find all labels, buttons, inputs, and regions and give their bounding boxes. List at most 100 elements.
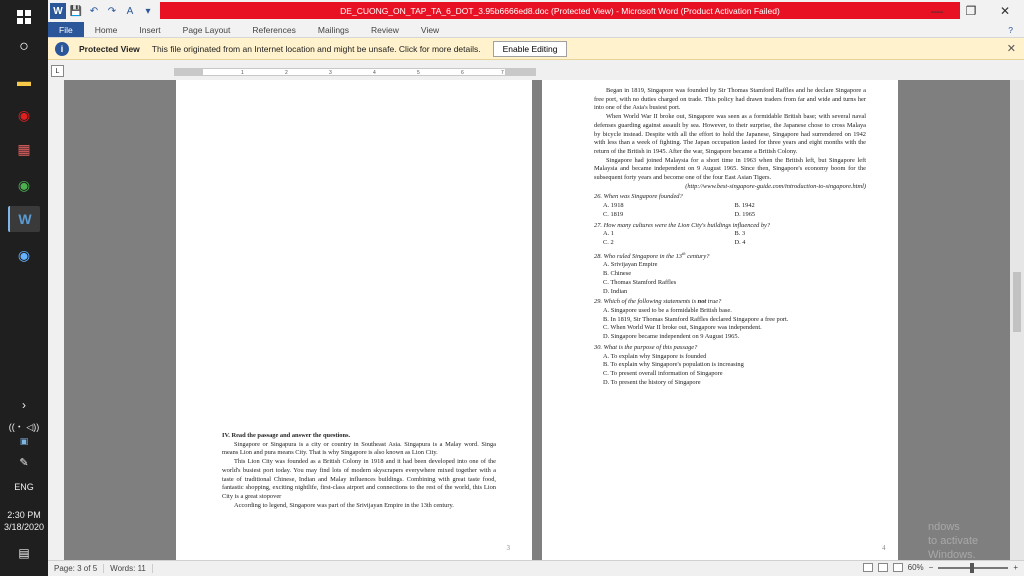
zoom-level[interactable]: 60% bbox=[908, 563, 924, 572]
option: A. To explain why Singapore is founded bbox=[603, 352, 707, 360]
network-volume-icon[interactable]: ((・ ◁)) bbox=[0, 420, 48, 433]
tab-page-layout[interactable]: Page Layout bbox=[172, 22, 242, 37]
watermark-line: to activate Windows. bbox=[928, 535, 979, 561]
notification-icon[interactable]: ▤ bbox=[0, 546, 48, 560]
vertical-ruler bbox=[48, 80, 64, 560]
pen-icon[interactable]: ✎ bbox=[0, 456, 48, 469]
option: B. 1942 bbox=[734, 202, 755, 210]
font-color-icon[interactable]: A bbox=[122, 3, 138, 19]
option: B. 3 bbox=[734, 230, 746, 238]
vertical-scrollbar[interactable] bbox=[1010, 80, 1024, 560]
options-row: A. 1918 B. 1942 bbox=[594, 202, 866, 211]
page-3: IV. Read the passage and answer the ques… bbox=[176, 80, 532, 560]
zoom-in-button[interactable]: + bbox=[1013, 563, 1018, 572]
tab-mailings[interactable]: Mailings bbox=[307, 22, 360, 37]
paragraph: Singapore or Singapura is a city or coun… bbox=[222, 440, 496, 457]
app-icon-grid[interactable]: ▦ bbox=[8, 136, 40, 162]
word-count[interactable]: Words: 11 bbox=[104, 564, 153, 573]
read-mode-icon[interactable] bbox=[862, 563, 873, 572]
document-area[interactable]: IV. Read the passage and answer the ques… bbox=[64, 80, 1010, 560]
options-row: C. 1819 D. 1965 bbox=[594, 211, 866, 220]
ruler-mark: 1 bbox=[241, 70, 244, 76]
passage-iv: IV. Read the passage and answer the ques… bbox=[222, 432, 496, 510]
expand-tray-icon[interactable]: › bbox=[0, 398, 48, 412]
protected-view-message[interactable]: This file originated from an Internet lo… bbox=[152, 44, 481, 54]
banner-close-icon[interactable]: ✕ bbox=[1007, 42, 1016, 55]
option: C. When World War II broke out, Singapor… bbox=[603, 324, 762, 332]
tab-view[interactable]: View bbox=[410, 22, 450, 37]
close-button[interactable]: ✕ bbox=[988, 0, 1022, 22]
tab-selector[interactable]: L bbox=[51, 65, 64, 77]
section-heading: IV. Read the passage and answer the ques… bbox=[222, 432, 351, 439]
zoom-out-button[interactable]: − bbox=[929, 563, 934, 572]
paint-icon[interactable]: ◉ bbox=[8, 242, 40, 268]
ruler-mark: 4 bbox=[373, 70, 376, 76]
start-button[interactable] bbox=[8, 4, 40, 30]
cortana-icon[interactable]: ○ bbox=[8, 34, 40, 60]
undo-icon[interactable]: ↶ bbox=[86, 3, 102, 19]
passage-continued: Began in 1819, Singapore was founded by … bbox=[594, 87, 866, 387]
quick-access-toolbar: W 💾 ↶ ↷ A ▾ bbox=[48, 2, 156, 20]
tab-home[interactable]: Home bbox=[84, 22, 129, 37]
status-bar: Page: 3 of 5 Words: 11 60% − + bbox=[48, 560, 1024, 576]
source-citation: (http://www.best-singapore-guide.com/int… bbox=[685, 182, 866, 190]
save-icon[interactable]: 💾 bbox=[68, 3, 84, 19]
tab-references[interactable]: References bbox=[241, 22, 306, 37]
option: C. 1819 bbox=[603, 210, 624, 218]
emphasis: not bbox=[697, 298, 707, 306]
tab-insert[interactable]: Insert bbox=[128, 22, 171, 37]
option: B. Chinese bbox=[603, 270, 632, 278]
chrome-icon[interactable]: ◉ bbox=[8, 172, 40, 198]
question-26: 26. When was Singapore founded? bbox=[594, 193, 683, 201]
watermark-line: ndows bbox=[928, 521, 960, 533]
paragraph: When World War II broke out, Singapore w… bbox=[594, 113, 866, 155]
protected-view-title: Protected View bbox=[79, 43, 140, 54]
option: D. Singapore became independent on 9 Aug… bbox=[603, 333, 740, 341]
ruler-mark: 7 bbox=[501, 70, 504, 76]
web-layout-icon[interactable] bbox=[892, 563, 903, 572]
minimize-button[interactable]: — bbox=[920, 0, 954, 22]
page-number: 3 bbox=[506, 544, 511, 552]
options-row: A. 1 B. 3 bbox=[594, 230, 866, 239]
word-window: W 💾 ↶ ↷ A ▾ DE_CUONG_ON_TAP_TA_6_DOT_3.9… bbox=[48, 0, 1024, 576]
help-icon[interactable]: ? bbox=[997, 22, 1024, 37]
enable-editing-button[interactable]: Enable Editing bbox=[492, 40, 568, 57]
zoom-slider[interactable] bbox=[938, 562, 1009, 573]
question-27: 27. How many cultures were the Lion City… bbox=[594, 221, 771, 229]
language-indicator[interactable]: ENG bbox=[0, 482, 48, 492]
zoom-slider-thumb[interactable] bbox=[970, 562, 975, 573]
restore-button[interactable]: ❐ bbox=[954, 0, 988, 22]
file-explorer-icon[interactable]: ▬ bbox=[8, 68, 40, 94]
option: D. To present the history of Singapore bbox=[603, 378, 701, 386]
horizontal-ruler[interactable]: 1 2 3 4 5 6 7 bbox=[174, 68, 536, 76]
paragraph: This Lion City was founded as a British … bbox=[222, 458, 496, 500]
option: C. To present overall information of Sin… bbox=[603, 369, 723, 377]
zoom-controls: 60% − + bbox=[862, 562, 1018, 573]
page-count[interactable]: Page: 3 of 5 bbox=[48, 564, 105, 573]
question-29: 29. Which of the following statements is… bbox=[594, 298, 866, 307]
question-text: century? bbox=[685, 252, 710, 260]
title-bar: W 💾 ↶ ↷ A ▾ DE_CUONG_ON_TAP_TA_6_DOT_3.9… bbox=[48, 0, 1024, 22]
customize-qat-icon[interactable]: ▾ bbox=[140, 3, 156, 19]
windows-logo-icon bbox=[17, 10, 31, 24]
option: A. 1918 bbox=[603, 202, 624, 210]
word-taskbar-icon[interactable]: W bbox=[8, 206, 40, 232]
scrollbar-thumb[interactable] bbox=[1013, 272, 1021, 332]
word-app-icon[interactable]: W bbox=[50, 3, 66, 19]
ruler-left-margin bbox=[175, 69, 203, 75]
windows-taskbar: ○ ▬ ◉ ▦ ◉ W ◉ › ((・ ◁)) ▣ ✎ ENG 2:30 PM … bbox=[0, 0, 48, 576]
option: C. Thomas Stamford Raffles bbox=[603, 278, 677, 286]
battery-lang-icon[interactable]: ▣ bbox=[0, 436, 48, 447]
ruler-mark: 6 bbox=[461, 70, 464, 76]
tab-file[interactable]: File bbox=[48, 22, 84, 37]
app-icon-red[interactable]: ◉ bbox=[8, 102, 40, 128]
paragraph: Began in 1819, Singapore was founded by … bbox=[594, 87, 866, 112]
clock-date[interactable]: 3/18/2020 bbox=[0, 522, 48, 532]
question-text: true? bbox=[706, 298, 722, 306]
option: A. Srivijayan Empire bbox=[603, 261, 658, 269]
redo-icon[interactable]: ↷ bbox=[104, 3, 120, 19]
clock-time[interactable]: 2:30 PM bbox=[0, 510, 48, 520]
tab-review[interactable]: Review bbox=[360, 22, 410, 37]
print-layout-icon[interactable] bbox=[877, 563, 888, 572]
ruler-bar: L 1 2 3 4 5 6 7 bbox=[48, 60, 1024, 80]
